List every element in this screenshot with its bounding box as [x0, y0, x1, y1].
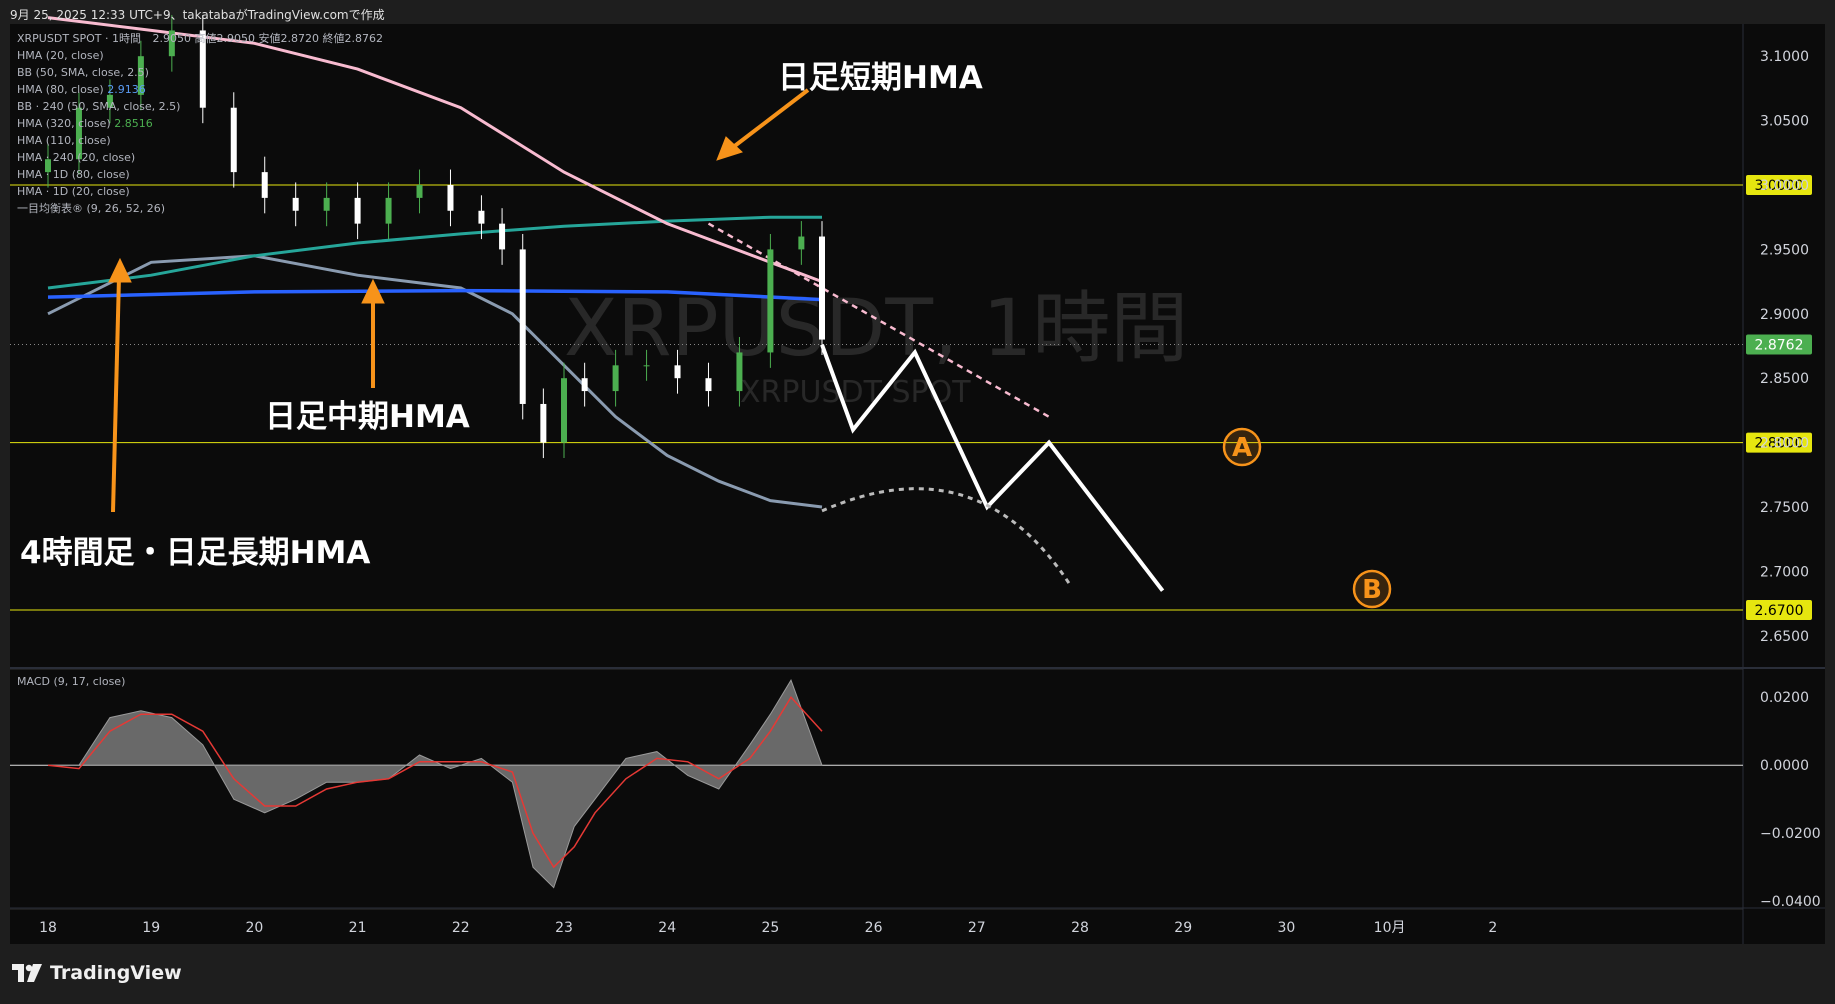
candle-body: [230, 107, 237, 173]
date-tick-label-3: 21: [349, 920, 367, 936]
candle-body: [767, 249, 774, 353]
point-a-marker: A: [1222, 427, 1262, 467]
annotation-long-hma: 4時間足・日足長期HMA: [20, 535, 371, 571]
candle-body: [447, 185, 454, 211]
candle-body: [416, 185, 423, 198]
date-tick-label-10: 28: [1071, 920, 1089, 936]
price-tick-label-4: 2.9000: [1760, 307, 1809, 323]
watermark-main: XRPUSDT, 1時間: [564, 284, 1188, 374]
macd-tick-label-3: −0.0400: [1760, 894, 1821, 910]
legend-indicators[interactable]: HMA (20, close) BB (50, SMA, close, 2.5)…: [17, 47, 180, 217]
candle-body: [499, 223, 506, 250]
legend-line-8[interactable]: HMA · 1D (20, close): [17, 183, 180, 200]
price-tick-label-1: 3.0500: [1760, 114, 1809, 130]
legend-line-1[interactable]: BB (50, SMA, close, 2.5): [17, 64, 180, 81]
tradingview-logo-icon: [12, 964, 42, 982]
date-tick-label-2: 20: [245, 920, 263, 936]
legend-line-2[interactable]: HMA (80, close) 2.9136: [17, 81, 180, 98]
candle-body: [261, 172, 268, 198]
candle-body: [705, 378, 712, 392]
candle-body: [736, 352, 743, 392]
price-tick-label-2: 3.0000: [1760, 178, 1809, 194]
chart-info-header: 9月 25, 2025 12:33 UTC+9、takatabaがTrading…: [10, 8, 385, 22]
candle-body: [561, 378, 567, 443]
price-tick-label-9: 2.6500: [1760, 629, 1809, 645]
tradingview-wordmark: TradingView: [50, 962, 182, 984]
watermark-sub: XRPUSDT SPOT: [740, 375, 971, 410]
date-tick-label-0: 18: [39, 920, 57, 936]
chart-svg[interactable]: XRPUSDT, 1時間 XRPUSDT SPOT 3.0000 2.8000 2.…: [0, 0, 1835, 1004]
date-tick-label-7: 25: [761, 920, 779, 936]
candle-body: [385, 197, 392, 224]
macd-legend: MACD (9, 17, close): [17, 675, 125, 688]
candle-body: [323, 197, 330, 211]
date-tick-label-13: 10月: [1374, 920, 1406, 936]
date-tick-label-11: 29: [1174, 920, 1192, 936]
price-tick-label-3: 2.9500: [1760, 242, 1809, 258]
price-level-tag-label-2: 2.6700: [1755, 603, 1804, 619]
price-axis-bg: [1743, 24, 1825, 944]
price-tick-label-8: 2.7000: [1760, 564, 1809, 580]
point-b-label: B: [1362, 575, 1382, 605]
date-tick-label-12: 30: [1277, 920, 1295, 936]
macd-tick-label-1: 0.0000: [1760, 758, 1809, 774]
price-tick-label-6: 2.8000: [1760, 436, 1809, 452]
macd-tick-label-0: 0.0200: [1760, 690, 1809, 706]
legend-ohlc: 2.9050 高値2.9050 安値2.8720 終値2.8762: [152, 32, 383, 45]
current-price-tag-label: 2.8762: [1755, 337, 1804, 353]
macd-tick-label-2: −0.0200: [1760, 826, 1821, 842]
date-tick-label-6: 24: [658, 920, 676, 936]
legend-line-4[interactable]: HMA (320, close) 2.8516: [17, 115, 180, 132]
date-tick-label-14: 2: [1488, 920, 1497, 936]
annotation-mid-hma: 日足中期HMA: [265, 399, 470, 435]
candle-body: [581, 378, 588, 392]
annotation-short-hma: 日足短期HMA: [778, 60, 983, 96]
legend-line-3[interactable]: BB · 240 (50, SMA, close, 2.5): [17, 98, 180, 115]
legend-symbol-row: XRPUSDT SPOT · 1時間 2.9050 高値2.9050 安値2.8…: [17, 30, 383, 47]
candle-body: [612, 365, 619, 392]
date-tick-label-9: 27: [968, 920, 986, 936]
date-tick-label-1: 19: [142, 920, 160, 936]
price-tick-label-7: 2.7500: [1760, 500, 1809, 516]
candle-body: [540, 403, 547, 443]
candle-body: [292, 197, 299, 211]
legend-line-7[interactable]: HMA · 1D (80, close): [17, 166, 180, 183]
point-b-marker: B: [1352, 569, 1392, 609]
price-tick-label-5: 2.8500: [1760, 371, 1809, 387]
candle-body: [643, 365, 650, 367]
legend-line-6[interactable]: HMA · 240 (20, close): [17, 149, 180, 166]
legend-symbol[interactable]: XRPUSDT SPOT · 1時間: [17, 32, 141, 45]
price-tick-label-0: 3.1000: [1760, 49, 1809, 65]
point-a-label: A: [1232, 433, 1252, 463]
legend-line-5[interactable]: HMA (110, close): [17, 132, 180, 149]
candle-body: [674, 365, 681, 379]
legend-line-9[interactable]: 一目均衡表® (9, 26, 52, 26): [17, 200, 180, 217]
tradingview-brand[interactable]: TradingView: [12, 962, 182, 984]
date-tick-label-5: 23: [555, 920, 573, 936]
candle-body: [819, 236, 825, 340]
candle-body: [478, 210, 485, 224]
legend-line-0[interactable]: HMA (20, close): [17, 47, 180, 64]
candle-body: [519, 249, 526, 404]
candle-body: [354, 197, 361, 224]
candle-body: [798, 236, 805, 250]
date-tick-label-4: 22: [452, 920, 470, 936]
date-tick-label-8: 26: [865, 920, 883, 936]
